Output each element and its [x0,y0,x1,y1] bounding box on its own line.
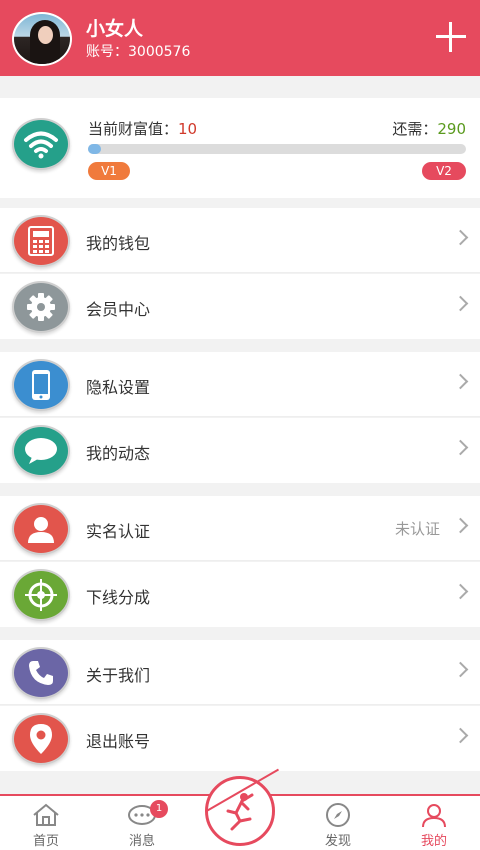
wealth-value: 10 [178,120,198,138]
wealth-label-text: 当前财富值： [88,120,179,138]
menu-item-commission[interactable]: 下线分成 [0,562,480,627]
add-icon[interactable] [434,20,468,54]
menu-item-label: 我的钱包 [86,234,151,253]
avatar-face [38,26,53,44]
phone-handset-icon [12,647,70,699]
menu-item-about[interactable]: 关于我们 [0,640,480,705]
divider [0,704,480,705]
menu-item-label: 会员中心 [86,300,151,319]
nav-messages[interactable]: 消息 1 [102,800,182,849]
home-icon [6,800,86,830]
menu-item-label: 实名认证 [86,522,151,541]
need-label-text: 还需： [392,120,438,138]
discover-icon [298,800,378,830]
nav-mine[interactable]: 我的 [394,800,474,849]
verification-status: 未认证 [394,520,440,538]
nav-messages-label: 消息 [128,834,155,849]
divider [0,560,480,561]
chevron-right-icon [452,295,469,312]
chevron-right-icon [452,583,469,600]
chevron-right-icon [452,439,469,456]
menu-item-moments[interactable]: 我的动态 [0,418,480,483]
menu-item-label: 我的动态 [86,444,151,463]
phone-icon [12,359,70,411]
profile-icon [394,800,474,830]
chat-bubble-icon [12,425,70,477]
nav-home-label: 首页 [32,834,59,849]
need-label: 还需：290 [392,118,466,139]
divider [0,272,480,273]
menu-item-membership[interactable]: 会员中心 [0,274,480,339]
avatar[interactable] [12,12,72,66]
nav-discover-label: 发现 [324,834,351,849]
menu-item-logout[interactable]: 退出账号 [0,706,480,771]
location-pin-icon [12,713,70,765]
menu-item-label: 隐私设置 [86,378,151,397]
wifi-icon [12,118,70,170]
target-icon [12,569,70,621]
dancer-icon [226,793,254,831]
menu-item-label: 退出账号 [86,732,151,751]
calculator-icon [12,215,70,267]
menu-item-privacy[interactable]: 隐私设置 [0,352,480,417]
divider [0,416,480,417]
level-to-badge: V2 [422,162,466,180]
username: 小女人 [86,18,144,40]
message-count-badge: 1 [150,800,168,818]
menu-item-verification[interactable]: 实名认证 未认证 [0,496,480,561]
menu-item-label: 关于我们 [86,666,151,685]
level-progress-bar [88,144,466,154]
menu-item-label: 下线分成 [86,588,151,607]
need-value: 290 [437,120,466,138]
profile-header: 小女人 账号：3000576 [0,0,480,76]
nav-home[interactable]: 首页 [6,800,86,849]
wealth-label: 当前财富值：10 [88,118,197,139]
menu-item-wallet[interactable]: 我的钱包 [0,208,480,273]
gear-icon [12,281,70,333]
nav-discover[interactable]: 发现 [298,800,378,849]
wealth-level-card: 当前财富值：10 还需：290 V1 V2 [0,98,480,198]
chevron-right-icon [452,661,469,678]
chevron-right-icon [452,517,469,534]
account-number: 账号：3000576 [86,44,191,60]
message-icon [102,800,182,830]
chevron-right-icon [452,727,469,744]
nav-mine-label: 我的 [420,834,447,849]
chevron-right-icon [452,373,469,390]
level-from-badge: V1 [88,162,130,180]
chevron-right-icon [452,229,469,246]
level-progress-fill [88,144,101,154]
center-action-button[interactable] [205,768,280,846]
user-icon [12,503,70,555]
